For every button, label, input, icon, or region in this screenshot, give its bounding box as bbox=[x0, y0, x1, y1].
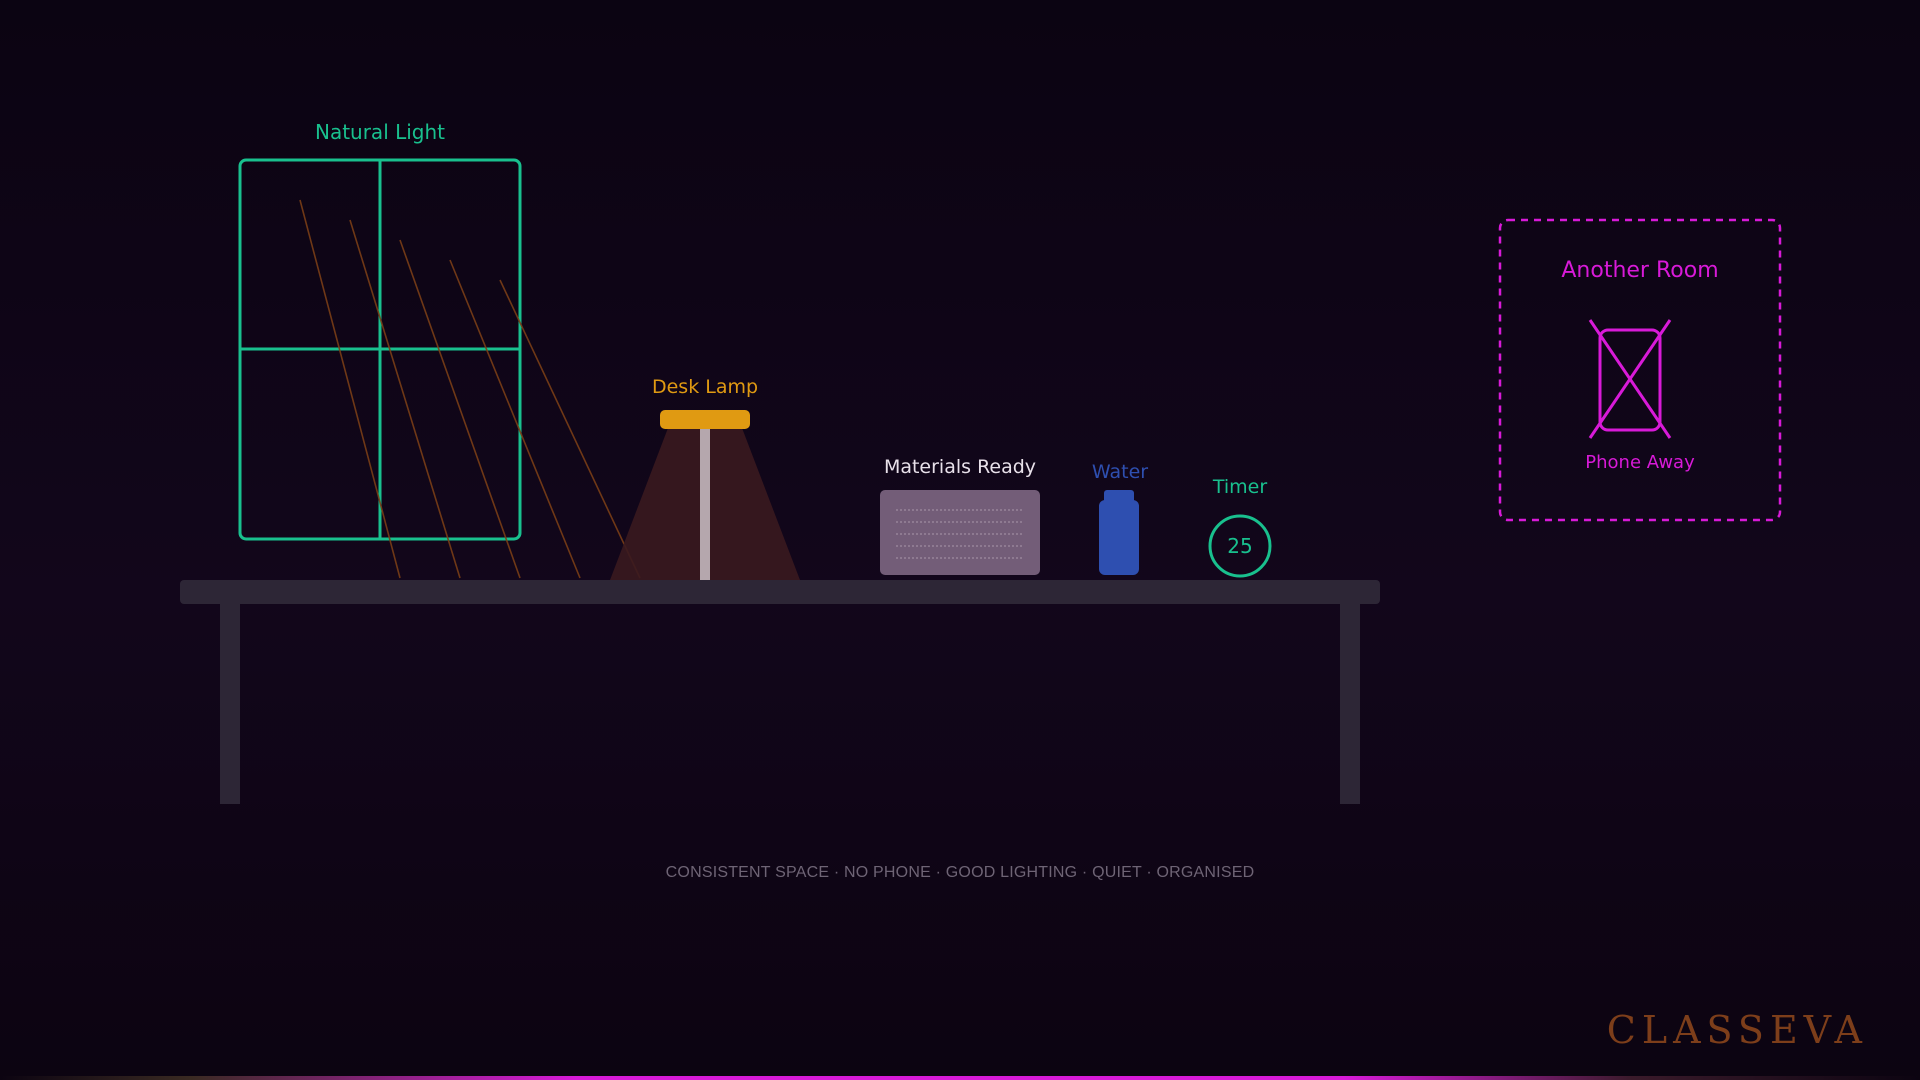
lamp-pole bbox=[700, 429, 710, 580]
timer-value: 25 bbox=[1227, 534, 1253, 558]
materials-box bbox=[880, 490, 1040, 575]
light-ray bbox=[449, 259, 581, 579]
lamp-shade bbox=[660, 410, 750, 429]
another-room-label: Another Room bbox=[1561, 258, 1719, 283]
desk-top bbox=[180, 580, 1380, 604]
light-ray bbox=[399, 239, 521, 579]
light-rays bbox=[299, 199, 641, 579]
light-ray bbox=[349, 219, 461, 579]
bottle-body bbox=[1099, 500, 1139, 575]
phone-away-label: Phone Away bbox=[1585, 452, 1695, 473]
study-space-diagram bbox=[180, 158, 1782, 804]
water-label: Water bbox=[1091, 461, 1149, 483]
light-ray bbox=[299, 199, 401, 579]
materials-ready-label: Materials Ready bbox=[883, 456, 1037, 478]
water-bottle-icon bbox=[1099, 490, 1139, 575]
desk-leg-right bbox=[1340, 604, 1360, 804]
footer-caption: CONSISTENT SPACE · NO PHONE · GOOD LIGHT… bbox=[665, 864, 1255, 881]
brand-logo: CLASSEVA bbox=[1606, 1008, 1868, 1052]
materials-box-icon bbox=[880, 490, 1040, 575]
desk-leg-left bbox=[220, 604, 240, 804]
desk-lamp-label: Desk Lamp bbox=[651, 376, 759, 398]
bottom-progress-bar bbox=[0, 1076, 1920, 1080]
timer-label: Timer bbox=[1212, 476, 1268, 498]
desk bbox=[180, 580, 1380, 804]
window-icon bbox=[238, 158, 522, 541]
natural-light-label: Natural Light bbox=[314, 120, 446, 144]
crossed-phone-icon bbox=[1588, 319, 1672, 439]
